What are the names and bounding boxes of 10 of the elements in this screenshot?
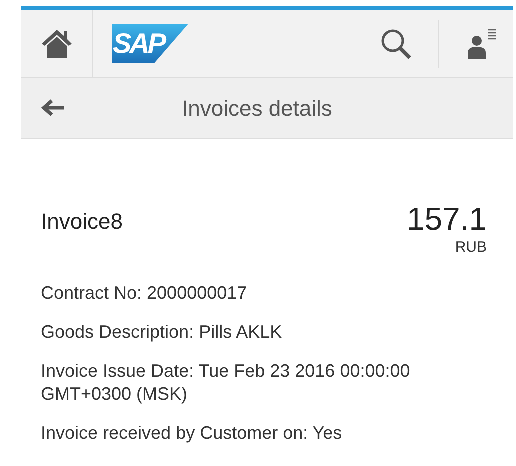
invoice-name: Invoice8: [41, 208, 123, 236]
detail-text: Invoice Issue Date: Tue Feb 23 2016 00:00:00 GMT+0300 (MSK): [41, 360, 412, 406]
logo: SAP: [112, 24, 189, 64]
detail-text: Goods Description: Pills AKLK: [41, 320, 284, 344]
detail-text: Invoice received by Customer on: Yes: [41, 422, 344, 444]
detail-text: Contract No: 2000000017: [41, 282, 248, 304]
back-arrow-icon: [40, 98, 66, 118]
currency-label: RUB: [455, 238, 487, 258]
invoice-amount: 157.1: [406, 201, 487, 237]
page-title: Invoices details: [182, 94, 332, 122]
